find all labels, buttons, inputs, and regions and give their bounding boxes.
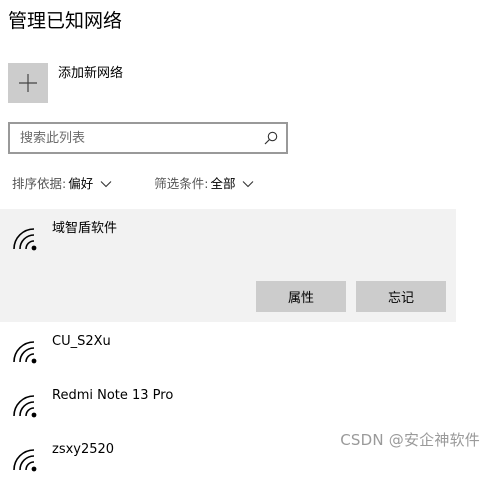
- sort-dropdown[interactable]: 排序依据: 偏好: [12, 175, 112, 193]
- wifi-icon: [13, 395, 37, 418]
- add-network-tile[interactable]: [8, 63, 48, 103]
- chevron-down-icon: [243, 181, 254, 188]
- search-icon[interactable]: [264, 131, 278, 145]
- sort-filter-bar: 排序依据: 偏好 筛选条件: 全部: [12, 175, 254, 193]
- sort-value: 偏好: [68, 176, 94, 191]
- add-network-button[interactable]: 添加新网络: [8, 63, 123, 103]
- wifi-icon: [13, 228, 37, 251]
- search-input[interactable]: [10, 124, 266, 152]
- sort-label: 排序依据:: [12, 176, 67, 191]
- filter-value: 全部: [210, 176, 236, 191]
- properties-button[interactable]: 属性: [256, 281, 346, 312]
- network-actions: 属性 忘记: [256, 281, 446, 312]
- wifi-icon: [13, 341, 37, 364]
- watermark: CSDN @安企神软件: [340, 431, 480, 449]
- page-title: 管理已知网络: [8, 10, 123, 32]
- network-item[interactable]: Redmi Note 13 Pro: [0, 376, 456, 430]
- network-name: 域智盾软件: [52, 221, 118, 236]
- network-name: CU_S2Xu: [52, 334, 111, 349]
- chevron-down-icon: [100, 181, 112, 188]
- filter-label: 筛选条件:: [154, 176, 209, 191]
- forget-button[interactable]: 忘记: [356, 281, 446, 312]
- add-network-label: 添加新网络: [58, 66, 124, 81]
- network-item-selected[interactable]: 域智盾软件 属性 忘记: [0, 209, 456, 322]
- wifi-icon: [13, 449, 37, 472]
- plus-icon: [19, 74, 37, 92]
- network-name: zsxy2520: [52, 442, 115, 457]
- filter-dropdown[interactable]: 筛选条件: 全部: [154, 175, 254, 193]
- search-box[interactable]: [8, 122, 288, 154]
- network-item[interactable]: CU_S2Xu: [0, 322, 456, 376]
- network-name: Redmi Note 13 Pro: [52, 388, 174, 403]
